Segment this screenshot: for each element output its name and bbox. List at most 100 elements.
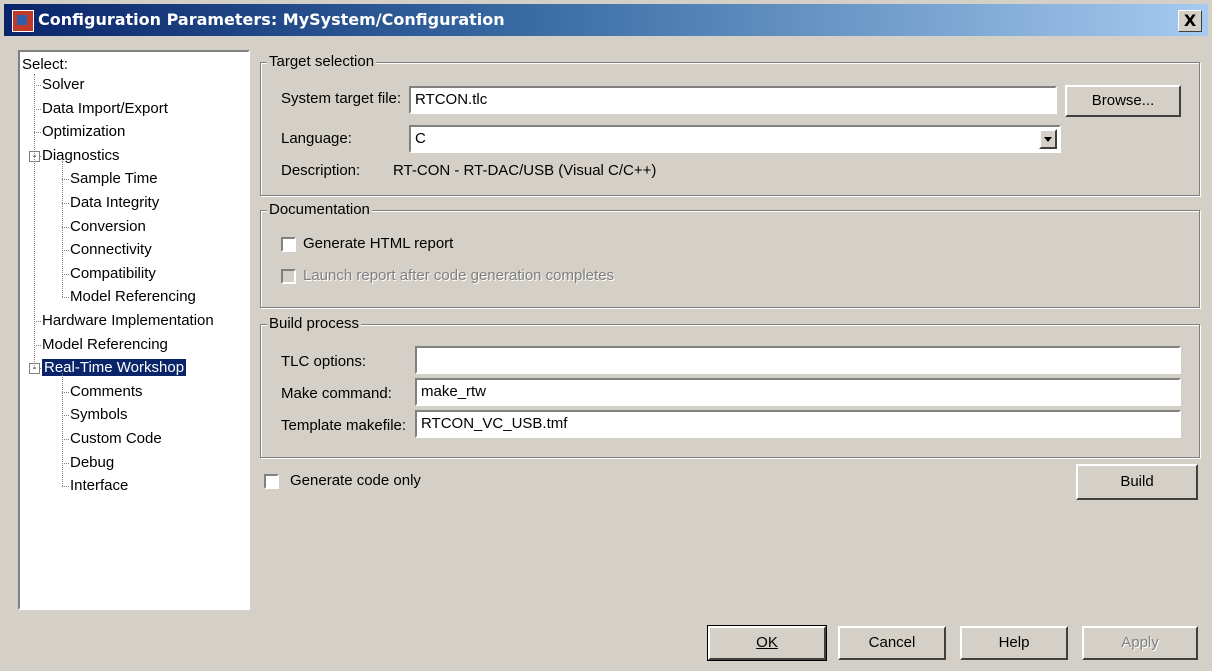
tree-item-label: Solver (42, 76, 85, 93)
tree-connector (34, 344, 41, 346)
tree-item-label: Model Referencing (70, 288, 196, 306)
tree-item[interactable]: Custom Code (70, 428, 162, 450)
apply-button: Apply (1082, 626, 1198, 660)
tree-item[interactable]: Solver (42, 74, 85, 96)
generate-code-only-label[interactable]: Generate code only (290, 471, 421, 491)
tree-connector (62, 297, 69, 299)
cancel-button[interactable]: Cancel (838, 626, 946, 660)
template-makefile-label: Template makefile: (281, 417, 407, 434)
tree-item[interactable]: Model Referencing (42, 334, 168, 356)
tree-item[interactable]: Model Referencing (70, 286, 196, 308)
chevron-down-icon[interactable] (1039, 129, 1057, 149)
tree-item[interactable]: Debug (70, 452, 114, 474)
tree-item[interactable]: Optimization (42, 121, 125, 143)
tree-trunk-line (34, 74, 35, 369)
tree-item[interactable]: Data Integrity (70, 192, 159, 214)
tree-connector (62, 179, 69, 181)
system-target-file-input[interactable]: RTCON.tlc (409, 86, 1057, 114)
browse-button[interactable]: Browse... (1065, 85, 1181, 117)
tree-item-label: Model Referencing (42, 335, 168, 353)
target-selection-title: Target selection (267, 52, 377, 72)
build-button[interactable]: Build (1076, 464, 1198, 500)
tree-item[interactable]: Real-Time Workshop (42, 357, 187, 379)
tree-item-label: Optimization (42, 123, 126, 141)
cancel-button-label: Cancel (868, 634, 916, 651)
template-makefile-input[interactable]: RTCON_VC_USB.tmf (415, 410, 1181, 438)
tlc-options-label: TLC options: (281, 353, 367, 370)
tree-item[interactable]: Interface (70, 475, 128, 497)
documentation-title: Documentation (267, 200, 372, 220)
build-process-group: Build process TLC options: Make command:… (260, 314, 1200, 458)
description-label: Description: (281, 162, 361, 179)
window-title: Configuration Parameters: MySystem/Confi… (38, 10, 505, 29)
tree-item-label: Data Import/Export (42, 99, 168, 117)
tree-item[interactable]: Sample Time (70, 168, 158, 190)
tree-item-label: Real-Time Workshop (42, 359, 187, 377)
category-tree[interactable]: Select: Solver Data Import/Export Optimiza… (18, 50, 250, 610)
tree-item[interactable]: Conversion (70, 216, 146, 238)
target-selection-group: Target selection System target file: RTC… (260, 52, 1200, 196)
tree-connector (62, 486, 69, 488)
tree-connector (62, 462, 69, 464)
help-button[interactable]: Help (960, 626, 1068, 660)
tree-item-label: Symbols (70, 406, 128, 424)
documentation-group: Documentation Generate HTML report Launc… (260, 200, 1200, 308)
tree-connector (34, 132, 41, 134)
tree-connector (62, 250, 69, 252)
tree-item[interactable]: Diagnostics (42, 145, 120, 167)
tree-item-label: Conversion (70, 217, 146, 235)
tree-connector (34, 108, 41, 110)
tree-item[interactable]: Comments (70, 381, 143, 403)
tlc-options-input[interactable] (415, 346, 1181, 374)
tree-item[interactable]: Hardware Implementation (42, 310, 214, 332)
apply-button-label: Apply (1121, 634, 1159, 651)
tree-item-label: Compatibility (70, 264, 156, 282)
make-command-label: Make command: (281, 385, 392, 402)
tree-item-label: Sample Time (70, 170, 158, 188)
ok-button[interactable]: OK (707, 625, 827, 661)
tree-branch-line (62, 160, 63, 298)
tree-item-label: Debug (70, 453, 115, 471)
tree-item-label: Comments (70, 382, 143, 400)
tree-item-label: Connectivity (70, 241, 152, 259)
tree-select-label: Select: (22, 56, 68, 73)
make-command-input[interactable]: make_rtw (415, 378, 1181, 406)
tree-item-label: Diagnostics (42, 146, 120, 164)
description-value: RT-CON - RT-DAC/USB (Visual C/C++) (393, 162, 657, 179)
close-button[interactable]: X (1178, 10, 1202, 32)
tree-connector (62, 226, 69, 228)
tree-connector (62, 273, 69, 275)
language-label: Language: (281, 130, 352, 147)
title-bar[interactable]: Configuration Parameters: MySystem/Confi… (4, 4, 1208, 36)
generate-code-only-checkbox[interactable] (264, 474, 279, 489)
tree-item-label: Data Integrity (70, 194, 160, 211)
configuration-dialog: Configuration Parameters: MySystem/Confi… (0, 0, 1212, 671)
browse-button-label: Browse... (1091, 92, 1155, 109)
simulink-app-icon (12, 10, 34, 32)
tree-item-label: Interface (70, 477, 129, 495)
tree-connector (62, 391, 69, 393)
tree-item[interactable]: Symbols (70, 404, 128, 426)
tree-connector (62, 203, 69, 204)
tree-connector (62, 439, 69, 440)
system-target-file-label: System target file: (281, 90, 402, 107)
launch-report-checkbox (281, 269, 296, 284)
help-button-label: Help (998, 634, 1030, 651)
tree-item-label: Custom Code (70, 430, 162, 447)
build-process-title: Build process (267, 314, 362, 334)
tree-item[interactable]: Connectivity (70, 239, 152, 261)
tree-branch-line (62, 373, 63, 487)
ok-button-label: OK (756, 634, 778, 651)
generate-html-report-label[interactable]: Generate HTML report (303, 234, 453, 254)
generate-html-report-checkbox[interactable] (281, 237, 296, 252)
tree-item[interactable]: Data Import/Export (42, 98, 168, 120)
build-button-label: Build (1120, 473, 1154, 490)
tree-item-label: Hardware Implementation (42, 312, 214, 329)
tree-connector (34, 85, 41, 86)
tree-connector (34, 321, 41, 322)
launch-report-label: Launch report after code generation comp… (303, 267, 615, 284)
tree-item[interactable]: Compatibility (70, 263, 156, 285)
language-select[interactable]: C (409, 125, 1061, 153)
language-select-value: C (415, 130, 426, 147)
tree-connector (62, 415, 69, 417)
